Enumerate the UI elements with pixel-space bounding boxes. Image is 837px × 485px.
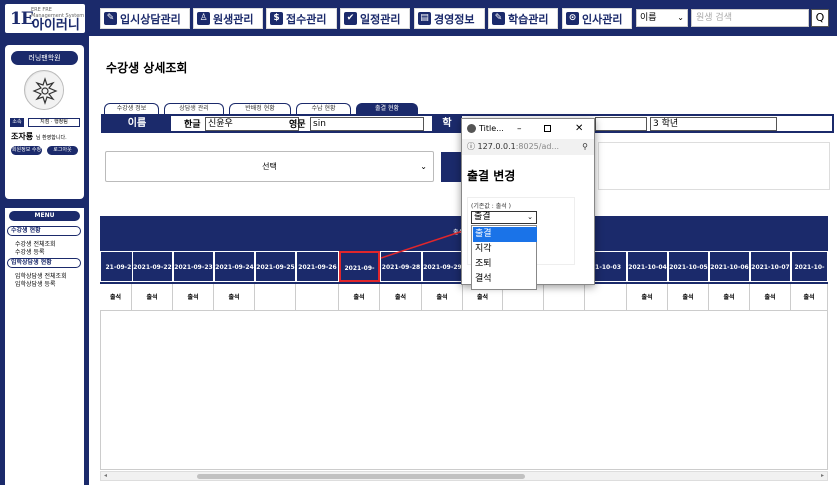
status-dropdown-list: 출결 지각 조퇴 결석 [471, 225, 537, 290]
option-early-leave[interactable]: 조퇴 [473, 257, 537, 272]
zoom-icon: ⚲ [582, 142, 588, 151]
popup-heading: 출결 변경 [467, 169, 516, 183]
option-attend[interactable]: 출결 [473, 227, 537, 242]
option-absent[interactable]: 결석 [473, 272, 537, 287]
option-late[interactable]: 지각 [473, 242, 537, 257]
annotation-arrow [380, 226, 470, 259]
attendance-edit-popup: Title... – ✕ ⓘ 127.0.0.1:8025/ad... ⚲ 출결… [461, 118, 595, 290]
url-path: :8025/ad... [515, 142, 560, 151]
popup-title: Title... [479, 124, 504, 133]
url-host: 127.0.0.1 [477, 142, 516, 151]
chevron-down-icon: ⌄ [527, 213, 533, 221]
popup-titlebar: Title... – ✕ [462, 119, 594, 139]
minimize-icon[interactable]: – [517, 119, 522, 139]
attendance-status-select[interactable]: 출결 ⌄ [471, 211, 537, 224]
close-icon[interactable]: ✕ [575, 119, 583, 139]
maximize-icon[interactable] [544, 125, 551, 132]
browser-icon [467, 124, 476, 133]
previous-value-note: (기존값 : 출석 ) [471, 203, 512, 210]
popup-url-bar[interactable]: ⓘ 127.0.0.1:8025/ad... ⚲ [462, 139, 594, 155]
status-select-value: 출결 [474, 212, 491, 222]
info-icon: ⓘ [467, 142, 475, 151]
